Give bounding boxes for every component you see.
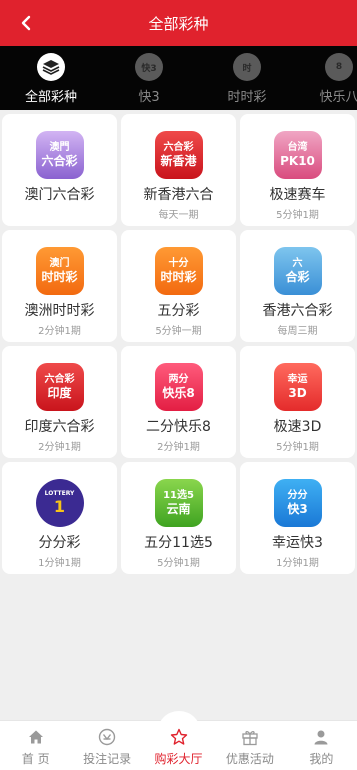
game-name: 极速3D: [273, 419, 322, 435]
game-logo-icon: 六合彩 新香港: [154, 131, 203, 179]
game-card[interactable]: 两分 快乐8 二分快乐8 2分钟1期: [121, 346, 236, 458]
game-frequency: 1分钟1期: [276, 558, 319, 569]
top-bar: 全部彩种: [0, 0, 357, 46]
game-card[interactable]: 六合彩 新香港 新香港六合 每天一期: [121, 114, 236, 226]
gift-icon: [241, 728, 259, 746]
game-name: 新香港六合: [143, 187, 214, 203]
game-frequency: 5分钟1期: [276, 210, 319, 221]
game-frequency: 2分钟1期: [157, 442, 200, 453]
game-card[interactable]: 澳门 时时彩 澳洲时时彩 2分钟1期: [2, 230, 117, 342]
nav-home[interactable]: 首 页: [0, 721, 71, 770]
game-name: 五分彩: [157, 303, 200, 319]
game-logo-icon: 十分 时时彩: [154, 247, 203, 295]
game-card[interactable]: 十分 时时彩 五分彩 5分钟一期: [121, 230, 236, 342]
user-icon: [312, 728, 330, 746]
game-card[interactable]: 台湾 PK10 极速赛车 5分钟1期: [240, 114, 355, 226]
game-card[interactable]: 分分 快3 幸运快3 1分钟1期: [240, 462, 355, 574]
nav-label: 投注记录: [83, 752, 132, 766]
tab-label: 时时彩: [227, 90, 267, 105]
game-frequency: 5分钟一期: [155, 326, 202, 337]
game-name: 幸运快3: [272, 535, 323, 551]
game-logo-icon: 台湾 PK10: [273, 131, 322, 179]
nav-profile[interactable]: 我的: [286, 721, 357, 770]
game-frequency: 每天一期: [158, 210, 199, 221]
game-card[interactable]: 澳門 六合彩 澳门六合彩: [2, 114, 117, 226]
ssc-icon: 时: [233, 53, 261, 81]
nav-bet-records[interactable]: 投注记录: [71, 721, 142, 770]
game-frequency: 2分钟1期: [38, 442, 81, 453]
tab-ssc[interactable]: 时 时时彩: [206, 46, 288, 110]
page-title: 全部彩种: [148, 14, 209, 33]
game-logo-icon: 澳門 六合彩: [35, 131, 84, 179]
game-name: 分分彩: [38, 535, 81, 551]
nav-label: 优惠活动: [225, 752, 274, 766]
tab-all[interactable]: 全部彩种: [10, 46, 92, 110]
game-frequency: 5分钟1期: [276, 442, 319, 453]
game-name: 印度六合彩: [24, 419, 95, 435]
tab-label: 快3: [138, 90, 160, 105]
record-icon: [98, 728, 116, 746]
game-name: 香港六合彩: [262, 303, 333, 319]
game-logo-icon: 分分 快3: [273, 479, 322, 527]
game-card[interactable]: 幸运 3D 极速3D 5分钟1期: [240, 346, 355, 458]
game-card[interactable]: 11选5 云南 五分11选5 5分钟1期: [121, 462, 236, 574]
game-frequency: 每周三期: [277, 326, 318, 337]
nav-lottery-hall[interactable]: 购彩大厅: [143, 711, 214, 770]
tab-label: 全部彩种: [24, 90, 77, 105]
game-name: 澳门六合彩: [24, 187, 95, 203]
kl8-icon: 8: [325, 53, 353, 81]
game-logo-icon: LOTTERY 1: [35, 479, 84, 527]
tab-kl8[interactable]: 8 快乐八: [298, 46, 357, 110]
star-icon: [170, 728, 188, 746]
game-logo-icon: 六合彩 印度: [35, 363, 84, 411]
game-name: 澳洲时时彩: [24, 303, 95, 319]
nav-label: 购彩大厅: [154, 752, 203, 766]
bottom-nav: 首 页 投注记录 购彩大厅 优惠活动 我的: [0, 711, 357, 770]
game-logo-icon: 两分 快乐8: [154, 363, 203, 411]
game-card[interactable]: 六合彩 香港六合彩 每周三期: [240, 230, 355, 342]
nav-label: 首 页: [21, 752, 50, 766]
game-frequency: 5分钟1期: [157, 558, 200, 569]
game-logo-icon: 六合彩: [273, 247, 322, 295]
tab-label: 快乐八: [319, 90, 357, 105]
k3-icon: 快3: [135, 53, 163, 81]
layers-icon: [37, 53, 65, 81]
nav-promotions[interactable]: 优惠活动: [214, 721, 285, 770]
chevron-left-icon: [21, 15, 31, 31]
game-card[interactable]: 六合彩 印度 印度六合彩 2分钟1期: [2, 346, 117, 458]
home-icon: [27, 728, 45, 746]
game-logo-icon: 幸运 3D: [273, 363, 322, 411]
back-button[interactable]: [14, 11, 38, 35]
category-tabs: 全部彩种 快3 快3 时 时时彩 8 快乐八: [0, 46, 357, 110]
game-name: 二分快乐8: [146, 419, 211, 435]
game-logo-icon: 11选5 云南: [154, 479, 203, 527]
game-frequency: 1分钟1期: [38, 558, 81, 569]
nav-label: 我的: [309, 752, 334, 766]
game-card[interactable]: LOTTERY 1 分分彩 1分钟1期: [2, 462, 117, 574]
game-name: 极速赛车: [269, 187, 326, 203]
game-frequency: 2分钟1期: [38, 326, 81, 337]
game-name: 五分11选5: [144, 535, 213, 551]
tab-k3[interactable]: 快3 快3: [108, 46, 190, 110]
game-logo-icon: 澳门 时时彩: [35, 247, 84, 295]
game-grid: 澳門 六合彩 澳门六合彩 六合彩 新香港 新香港六合 每天一期 台湾 PK10 极速赛…: [2, 114, 355, 574]
